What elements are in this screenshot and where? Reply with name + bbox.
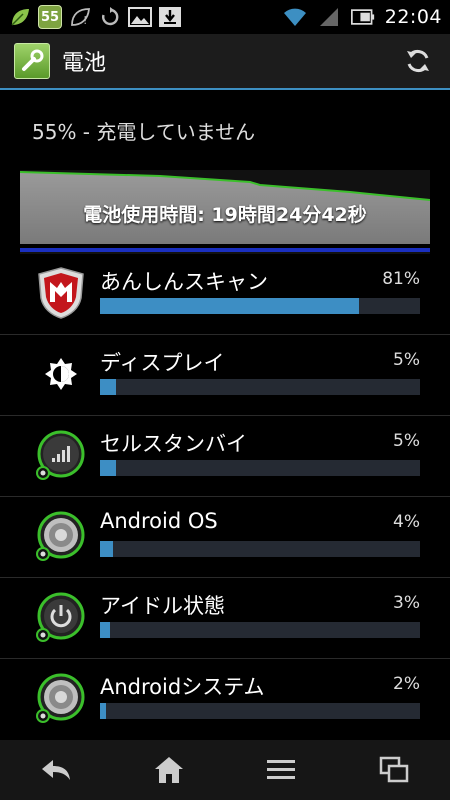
back-button[interactable] xyxy=(26,745,86,795)
recent-apps-button[interactable] xyxy=(364,745,424,795)
notification-icons: 55 ! xyxy=(8,5,182,29)
navigation-bar xyxy=(0,740,450,800)
refresh-button[interactable] xyxy=(400,43,436,79)
home-icon xyxy=(154,757,183,783)
leaf-icon xyxy=(8,5,32,29)
notification-count-badge: 55 xyxy=(38,5,62,29)
battery-icon xyxy=(350,5,375,29)
item-percent: 2% xyxy=(393,674,420,694)
usage-list: あんしんスキャン 81% ディスプレイ 5% セルスタンバイ 5% Androi… xyxy=(0,254,450,740)
android-system-icon xyxy=(34,671,88,725)
screen: 55 ! 22:04 電池 55% - 充電していません 電池使用時間: 19時… xyxy=(0,0,450,800)
list-item[interactable]: ディスプレイ 5% xyxy=(0,335,450,416)
refresh-icon xyxy=(407,50,429,72)
item-percent: 5% xyxy=(393,350,420,370)
item-percent: 5% xyxy=(393,431,420,451)
usage-bar-fill xyxy=(100,541,113,557)
clock: 22:04 xyxy=(384,6,442,28)
download-icon xyxy=(158,5,182,29)
system-indicators: 22:04 xyxy=(283,5,442,29)
back-icon xyxy=(42,760,71,780)
usage-bar xyxy=(100,541,420,557)
item-name: セルスタンバイ xyxy=(100,432,247,456)
usage-bar xyxy=(100,298,420,314)
item-percent: 3% xyxy=(393,593,420,613)
action-bar: 電池 xyxy=(0,34,450,90)
signal-icon xyxy=(317,5,341,29)
item-name: ディスプレイ xyxy=(100,351,225,375)
menu-icon xyxy=(267,760,296,779)
charging-strip xyxy=(20,244,430,248)
android-badge-icon: 55 xyxy=(38,5,62,29)
usage-bar-fill xyxy=(100,379,116,395)
svg-text:!: ! xyxy=(83,14,87,27)
usage-bar-fill xyxy=(100,298,360,314)
wifi-icon xyxy=(283,5,307,29)
brightness-icon xyxy=(34,347,88,401)
list-item[interactable]: Android OS 4% xyxy=(0,497,450,578)
android-os-icon xyxy=(34,509,88,563)
wrench-icon[interactable] xyxy=(14,43,50,79)
sync-icon xyxy=(98,5,122,29)
item-percent: 4% xyxy=(393,512,420,532)
usage-bar-fill xyxy=(100,622,110,638)
item-name: Android OS xyxy=(100,509,218,533)
battery-status-text: 55% - 充電していません xyxy=(32,120,256,144)
page-title: 電池 xyxy=(62,51,107,76)
battery-history-graph[interactable]: 電池使用時間: 19時間24分42秒 xyxy=(19,170,431,254)
menu-button[interactable] xyxy=(251,745,311,795)
list-item[interactable]: あんしんスキャン 81% xyxy=(0,254,450,335)
item-name: あんしんスキャン xyxy=(100,270,268,294)
list-item[interactable]: Androidシステム 2% xyxy=(0,659,450,740)
usage-bar xyxy=(100,703,420,719)
item-name: アイドル状態 xyxy=(100,594,225,618)
status-bar: 55 ! 22:04 xyxy=(0,0,450,34)
power-icon xyxy=(34,590,88,644)
item-percent: 81% xyxy=(382,269,420,289)
usage-bar xyxy=(100,379,420,395)
usage-bar-fill xyxy=(100,460,116,476)
leaf-outline-icon: ! xyxy=(68,5,92,29)
recent-apps-icon xyxy=(379,756,408,783)
usage-bar-fill xyxy=(100,703,107,719)
usage-bar xyxy=(100,622,420,638)
battery-usage-time: 電池使用時間: 19時間24分42秒 xyxy=(83,204,367,226)
image-icon xyxy=(128,5,152,29)
screen-on-strip xyxy=(20,248,430,252)
home-button[interactable] xyxy=(139,745,199,795)
usage-bar xyxy=(100,460,420,476)
list-item[interactable]: セルスタンバイ 5% xyxy=(0,416,450,497)
cell-signal-icon xyxy=(34,428,88,482)
mcafee-shield-icon xyxy=(34,266,88,320)
item-name: Androidシステム xyxy=(100,675,265,699)
list-item[interactable]: アイドル状態 3% xyxy=(0,578,450,659)
